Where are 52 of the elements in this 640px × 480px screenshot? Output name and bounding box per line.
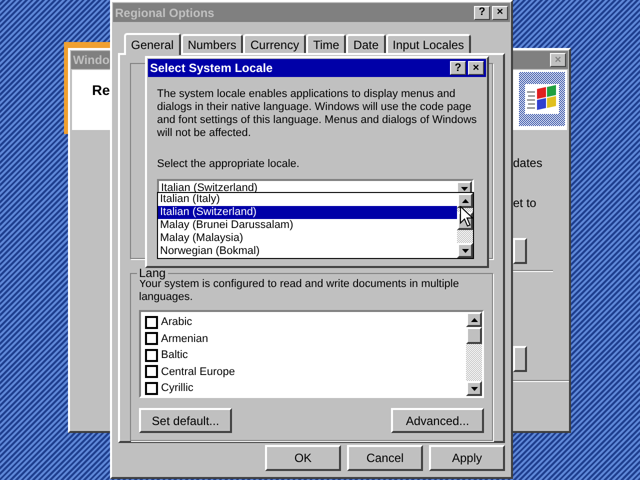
tab[interactable]: General: [124, 33, 181, 55]
checkbox[interactable]: [145, 365, 158, 378]
down-triangle-icon: [462, 248, 468, 252]
language-label: Arabic: [161, 315, 192, 330]
help-button[interactable]: ?: [450, 61, 466, 75]
description-text: The system locale enables applications to display menus and dialogs in their native language. Windows will use the code page and font settings of this language. Menus and dialogs of Windows will not be affected.: [157, 88, 477, 140]
push-button[interactable]: Set default...: [139, 408, 232, 433]
scroll-down-button[interactable]: [466, 381, 482, 396]
help-button[interactable]: ?: [474, 6, 490, 20]
scroll-up-button[interactable]: [466, 312, 482, 327]
close-button[interactable]: ×: [492, 6, 508, 20]
combo-value: Italian (Switzerland): [160, 181, 258, 194]
dropdown-option[interactable]: Malay (Malaysia): [158, 232, 457, 245]
flag-logo-icon: [525, 84, 559, 114]
dropdown-option[interactable]: Norwegian (Bokmal): [158, 245, 457, 258]
tab[interactable]: Currency: [243, 34, 306, 53]
push-button[interactable]: Advanced...: [391, 408, 484, 433]
down-triangle-icon: [470, 386, 478, 390]
push-button[interactable]: OK: [265, 445, 341, 471]
push-button[interactable]: Apply: [429, 445, 505, 471]
scroll-thumb[interactable]: [466, 327, 482, 344]
checkbox[interactable]: [145, 348, 158, 362]
up-triangle-icon: [462, 198, 468, 202]
up-triangle-icon: [470, 318, 478, 322]
language-label: Central Europe: [161, 364, 235, 380]
close-button[interactable]: ×: [468, 61, 484, 75]
window-title: Windo: [73, 52, 110, 69]
dropdown-option[interactable]: Italian (Switzerland): [158, 206, 457, 219]
window-title: Select System Locale: [150, 60, 273, 77]
push-button[interactable]: [513, 238, 527, 264]
push-button[interactable]: Cancel: [347, 445, 423, 471]
scroll-up-button[interactable]: [457, 193, 473, 208]
push-button[interactable]: [513, 346, 527, 372]
checkbox[interactable]: [145, 316, 158, 329]
description-text: Your system is configured to read and write documents in multiple languages.: [139, 278, 460, 304]
tab[interactable]: Time: [306, 34, 346, 53]
checkbox[interactable]: [145, 332, 158, 346]
tab[interactable]: Date: [346, 34, 386, 53]
dropdown-option[interactable]: Malay (Brunei Darussalam): [158, 219, 457, 232]
heading-text: Re: [92, 81, 110, 100]
scrollbar[interactable]: [466, 312, 482, 396]
tab[interactable]: Numbers: [180, 34, 244, 53]
tab[interactable]: Input Locales: [386, 34, 472, 53]
prompt-text: Select the appropriate locale.: [157, 157, 300, 172]
window-title: Regional Options: [115, 4, 214, 22]
checkbox[interactable]: [145, 382, 158, 395]
language-label: Armenian: [161, 332, 208, 346]
language-label: Cyrillic: [161, 381, 194, 396]
body-text: et to: [513, 195, 538, 212]
body-text: dates: [513, 155, 544, 172]
language-label: Baltic: [161, 348, 188, 363]
scroll-down-button[interactable]: [457, 243, 473, 258]
